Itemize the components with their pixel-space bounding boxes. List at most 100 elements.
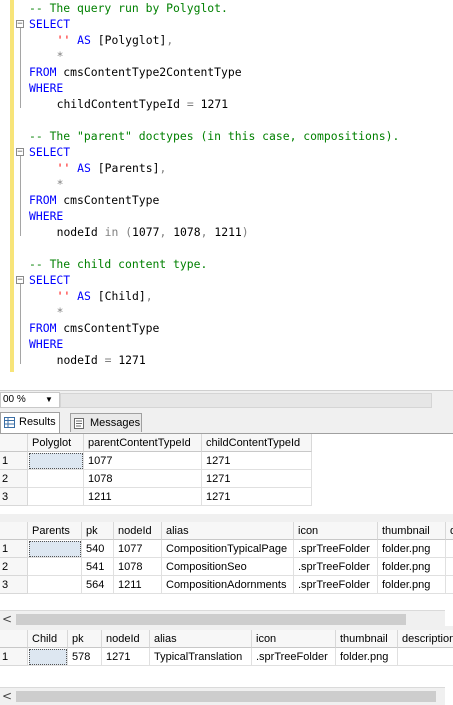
editor-horizontal-scrollbar[interactable] xyxy=(60,393,432,408)
code-line: '' AS [Polyglot], xyxy=(57,32,174,48)
grid-cell[interactable] xyxy=(28,576,82,594)
column-header[interactable]: nodeId xyxy=(114,522,162,540)
grid-cell[interactable]: 1271 xyxy=(202,488,312,506)
code-token: nodeId xyxy=(56,353,105,367)
grid-cell[interactable]: .sprTreeFolder xyxy=(294,558,378,576)
collapse-icon[interactable]: − xyxy=(16,148,24,157)
zoom-value: 00 % xyxy=(3,394,26,405)
grid-cell[interactable] xyxy=(28,470,84,488)
grid-cell[interactable]: 1077 xyxy=(84,452,202,470)
grid-cell[interactable]: .sprTreeFolder xyxy=(252,648,336,666)
code-token: , xyxy=(166,33,174,47)
collapse-icon[interactable]: − xyxy=(16,276,24,285)
column-header[interactable]: thumbnail xyxy=(378,522,446,540)
results-grid-polyglot: Polyglot parentContentTypeId childContentT… xyxy=(0,434,453,514)
grid-cell[interactable]: 1271 xyxy=(202,452,312,470)
grid-cell[interactable]: 541 xyxy=(82,558,114,576)
grid-cell[interactable]: folder.png xyxy=(378,540,446,558)
grid-cell[interactable] xyxy=(446,558,453,576)
column-header[interactable]: Polyglot xyxy=(28,434,84,452)
chevron-down-icon: ▼ xyxy=(45,395,53,404)
code-token: , xyxy=(159,225,174,239)
selected-cell[interactable] xyxy=(29,649,67,665)
grid-cell[interactable]: 1211 xyxy=(114,576,162,594)
sql-editor[interactable]: -- The query run by Polyglot. SELECT '' AS… xyxy=(0,0,453,390)
grid-cell[interactable] xyxy=(446,576,453,594)
code-token: -- The child content type. xyxy=(29,257,208,271)
code-token: 1271 xyxy=(111,353,146,367)
code-line: FROM cmsContentType xyxy=(29,192,159,208)
code-line: SELECT xyxy=(29,144,70,160)
grid-cell[interactable]: 540 xyxy=(82,540,114,558)
grid-cell[interactable]: folder.png xyxy=(378,558,446,576)
code-line: * xyxy=(57,304,64,320)
grid-corner-header[interactable] xyxy=(0,522,28,540)
code-token: = xyxy=(186,97,194,111)
grid-cell[interactable]: CompositionAdornments xyxy=(162,576,294,594)
grid-cell[interactable]: .sprTreeFolder xyxy=(294,576,378,594)
row-number[interactable]: 1 xyxy=(0,648,28,666)
column-header[interactable]: alias xyxy=(162,522,294,540)
code-line: '' AS [Child], xyxy=(57,288,153,304)
column-header[interactable]: pk xyxy=(68,630,102,648)
code-line: FROM cmsContentType xyxy=(29,320,159,336)
row-number[interactable]: 2 xyxy=(0,470,28,488)
code-token: childContentTypeId xyxy=(56,97,187,111)
row-number[interactable]: 3 xyxy=(0,576,28,594)
column-header[interactable]: d xyxy=(446,522,453,540)
code-line: * xyxy=(57,48,64,64)
scrollbar-thumb[interactable] xyxy=(16,614,406,625)
code-token: -- The query run by Polyglot. xyxy=(29,1,228,15)
grid-cell[interactable] xyxy=(28,558,82,576)
code-token: FROM xyxy=(29,321,57,335)
column-header[interactable]: icon xyxy=(252,630,336,648)
column-header[interactable]: icon xyxy=(294,522,378,540)
zoom-dropdown[interactable]: 00 % ▼ xyxy=(0,392,60,408)
column-header[interactable]: parentContentTypeId xyxy=(84,434,202,452)
column-header[interactable]: childContentTypeId xyxy=(202,434,312,452)
grid-cell[interactable]: 578 xyxy=(68,648,102,666)
selected-cell[interactable] xyxy=(29,541,81,557)
scroll-left-icon[interactable]: < xyxy=(2,688,12,705)
row-number[interactable]: 3 xyxy=(0,488,28,506)
column-header[interactable]: nodeId xyxy=(102,630,150,648)
grid-cell[interactable]: 1078 xyxy=(84,470,202,488)
grid-cell[interactable]: .sprTreeFolder xyxy=(294,540,378,558)
grid-cell[interactable]: 1077 xyxy=(114,540,162,558)
grid-cell[interactable]: 1078 xyxy=(114,558,162,576)
grid-cell[interactable]: 1211 xyxy=(84,488,202,506)
scrollbar-thumb[interactable] xyxy=(16,691,436,702)
grid-cell[interactable] xyxy=(398,648,453,666)
grid-corner-header[interactable] xyxy=(0,434,28,452)
grid-cell[interactable] xyxy=(28,488,84,506)
column-header[interactable]: Parents xyxy=(28,522,82,540)
grid-cell[interactable]: folder.png xyxy=(378,576,446,594)
grid-cell[interactable]: CompositionTypicalPage xyxy=(162,540,294,558)
change-marker-bar xyxy=(10,0,14,372)
code-token: SELECT xyxy=(29,273,71,287)
code-line: SELECT xyxy=(29,16,70,32)
column-header[interactable]: thumbnail xyxy=(336,630,398,648)
row-number[interactable]: 2 xyxy=(0,558,28,576)
grid-cell[interactable]: TypicalTranslation xyxy=(150,648,252,666)
grid-cell[interactable]: 1271 xyxy=(202,470,312,488)
grid-corner-header[interactable] xyxy=(0,630,28,648)
collapse-icon[interactable]: − xyxy=(16,20,24,29)
grid-horizontal-scrollbar[interactable]: < xyxy=(0,687,445,705)
column-header[interactable]: pk xyxy=(82,522,114,540)
grid-cell[interactable]: 564 xyxy=(82,576,114,594)
row-number[interactable]: 1 xyxy=(0,540,28,558)
code-token: '' xyxy=(56,33,71,47)
grid-cell[interactable] xyxy=(446,540,453,558)
selected-cell[interactable] xyxy=(29,453,83,469)
fold-guide xyxy=(20,156,21,236)
grid-cell[interactable]: CompositionSeo xyxy=(162,558,294,576)
row-number[interactable]: 1 xyxy=(0,452,28,470)
column-header[interactable]: description xyxy=(398,630,453,648)
tab-results[interactable]: Results xyxy=(0,412,60,433)
column-header[interactable]: Child xyxy=(28,630,68,648)
grid-cell[interactable]: folder.png xyxy=(336,648,398,666)
column-header[interactable]: alias xyxy=(150,630,252,648)
tab-messages[interactable]: Messages xyxy=(70,413,142,432)
grid-cell[interactable]: 1271 xyxy=(102,648,150,666)
